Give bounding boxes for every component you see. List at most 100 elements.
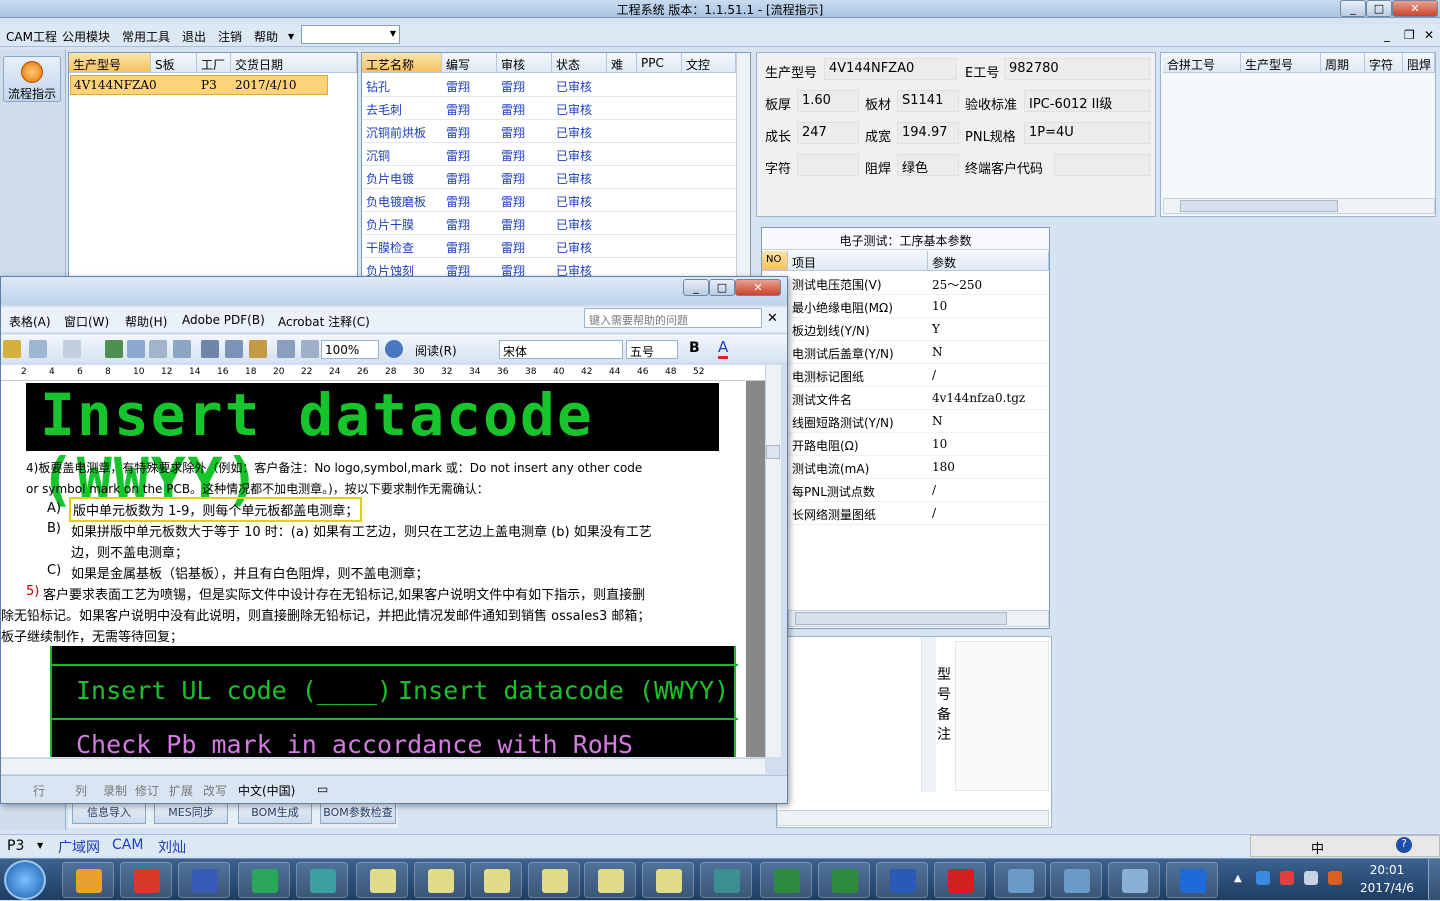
test-param-row[interactable]: 测试电流(mA) 180 (762, 456, 1049, 479)
taskbar-app-1[interactable] (62, 862, 114, 898)
col-model[interactable]: 生产型号 (69, 53, 151, 73)
taskbar-app-12[interactable] (700, 862, 752, 898)
model-field[interactable]: 4V144NFZA0 (824, 58, 957, 80)
status-rec[interactable]: 录制 (103, 782, 127, 799)
taskbar-pdf[interactable] (934, 862, 986, 898)
read-button[interactable]: 阅读(R) (413, 339, 477, 359)
menu-cam[interactable]: CAM工程 (6, 28, 57, 45)
status-tab-cam[interactable]: CAM (112, 837, 143, 853)
status-ovr[interactable]: 改写 (203, 782, 227, 799)
col-difficulty[interactable]: 难 (607, 53, 637, 73)
status-tab-user[interactable]: 刘灿 (158, 837, 186, 857)
col-combine-mask[interactable]: 阻焊 (1403, 53, 1435, 73)
help-search-input[interactable]: 键入需要帮助的问题 (584, 308, 762, 328)
word-menu-help[interactable]: 帮助(H) (125, 313, 167, 330)
pnl-field[interactable]: 1P=4U (1024, 122, 1150, 144)
remarks-field[interactable] (955, 641, 1049, 791)
col-process[interactable]: 工艺名称 (362, 53, 442, 73)
mdi-minimize-icon[interactable]: _ (1384, 28, 1390, 42)
test-params-hscroll[interactable] (788, 610, 1049, 627)
word-menu-acrobat[interactable]: Acrobat 注释(C) (278, 313, 370, 330)
word-menu-table[interactable]: 表格(A) (9, 313, 51, 330)
tables-borders-icon[interactable] (127, 340, 145, 358)
test-param-row[interactable]: 电测标记图纸 / (762, 364, 1049, 387)
help-dropdown-icon[interactable]: ▼ (288, 32, 294, 41)
show-hide-icon[interactable] (277, 340, 295, 358)
start-button[interactable] (4, 860, 46, 900)
font-color-icon[interactable]: A (718, 338, 729, 359)
taskbar-app-18[interactable] (1050, 862, 1102, 898)
e-field[interactable]: 982780 (1004, 58, 1150, 80)
flow-button[interactable]: 流程指示 (3, 56, 61, 102)
hyperlink-icon[interactable] (105, 340, 123, 358)
drawing-icon[interactable] (225, 340, 243, 358)
word-maximize-button[interactable]: □ (709, 279, 735, 296)
menu-common[interactable]: 公用模块 (62, 28, 110, 45)
document-area[interactable]: Insert datacode (WWYY) 4)板要盖电测章，有特殊要求除外（… (1, 381, 765, 757)
test-param-row[interactable]: 每PNL测试点数 / (762, 479, 1049, 502)
document-map-icon[interactable] (249, 340, 267, 358)
font-select[interactable]: 宋体 (499, 340, 623, 359)
font-size-select[interactable]: 五号 (626, 340, 678, 359)
close-button[interactable]: ✕ (1392, 0, 1438, 17)
status-tab-wan[interactable]: 广域网 (58, 837, 100, 857)
test-param-row[interactable]: 电测试后盖章(Y/N) N (762, 341, 1049, 364)
taskbar-app-10[interactable] (584, 862, 636, 898)
mat-field[interactable]: S1141 (897, 90, 959, 112)
info-import-button[interactable]: 信息导入 (72, 802, 146, 824)
ime-bar[interactable]: 中 ? (1250, 835, 1440, 857)
col-reviewer[interactable]: 审核 (497, 53, 552, 73)
status-book-icon[interactable]: ▭ (317, 782, 328, 796)
columns-icon[interactable] (201, 340, 219, 358)
taskbar-excel-1[interactable] (760, 862, 812, 898)
taskbar-app-17[interactable] (994, 862, 1046, 898)
taskbar-excel-2[interactable] (818, 862, 870, 898)
col-sboard[interactable]: S板 (151, 53, 197, 73)
menu-logout[interactable]: 注销 (218, 28, 242, 45)
tray-flag-icon[interactable] (1280, 871, 1294, 885)
taskbar-app-5[interactable] (296, 862, 348, 898)
word-menu-window[interactable]: 窗口(W) (64, 313, 109, 330)
taskbar-app-6[interactable] (356, 862, 408, 898)
paragraph-mark-icon[interactable] (301, 340, 319, 358)
mes-sync-button[interactable]: MES同步 (154, 802, 228, 824)
test-param-row[interactable]: 测试电压范围(V) 25～250 (762, 272, 1049, 295)
plant-select[interactable]: P3 (7, 838, 24, 854)
undo-icon[interactable] (29, 340, 47, 358)
tray-expand-icon[interactable]: ▲ (1234, 873, 1242, 884)
taskbar-word[interactable] (876, 862, 928, 898)
taskbar-app-8[interactable] (470, 862, 522, 898)
combine-scroll-thumb[interactable] (1180, 200, 1338, 212)
tray-app-icon[interactable] (1328, 871, 1342, 885)
menu-tools[interactable]: 常用工具 (122, 28, 170, 45)
wid-field[interactable]: 194.97 (897, 122, 959, 144)
taskbar-app-11[interactable] (642, 862, 694, 898)
maximize-button[interactable]: □ (1366, 0, 1392, 17)
doc-vscroll[interactable] (765, 365, 781, 757)
char-field[interactable] (797, 154, 859, 176)
mask-field[interactable]: 绿色 (897, 154, 959, 176)
taskbar-app-2[interactable] (120, 862, 172, 898)
std-field[interactable]: IPC-6012 II级 (1024, 90, 1150, 112)
status-ext[interactable]: 扩展 (169, 782, 193, 799)
col-doc[interactable]: 文控 (682, 53, 736, 73)
col-combine-char[interactable]: 字符 (1365, 53, 1403, 73)
doc-scroll-thumb[interactable] (766, 445, 780, 459)
col-combine-period[interactable]: 周期 (1321, 53, 1365, 73)
remarks-text[interactable] (777, 637, 922, 792)
col-param[interactable]: 参数 (928, 251, 1049, 271)
taskbar-app-4[interactable] (238, 862, 290, 898)
tray-network-icon[interactable] (1256, 871, 1270, 885)
process-scrollbar[interactable] (736, 53, 750, 276)
format-painter-icon[interactable] (3, 340, 21, 358)
test-param-row[interactable]: 测试文件名 4v144nfza0.tgz (762, 387, 1049, 410)
col-date[interactable]: 交货日期 (231, 53, 357, 73)
test-param-row[interactable]: 长网络测量图纸 / (762, 502, 1049, 525)
process-row[interactable]: 负片干膜 雷翔 雷翔 已审核 (362, 212, 736, 235)
redo-icon[interactable] (63, 340, 81, 358)
col-author[interactable]: 编写 (442, 53, 497, 73)
clock-time[interactable]: 20:01 (1352, 863, 1422, 877)
test-param-row[interactable]: 开路电阻(Ω) 10 (762, 433, 1049, 456)
col-combine-model[interactable]: 生产型号 (1241, 53, 1321, 73)
mdi-restore-icon[interactable]: ❐ (1404, 28, 1415, 42)
